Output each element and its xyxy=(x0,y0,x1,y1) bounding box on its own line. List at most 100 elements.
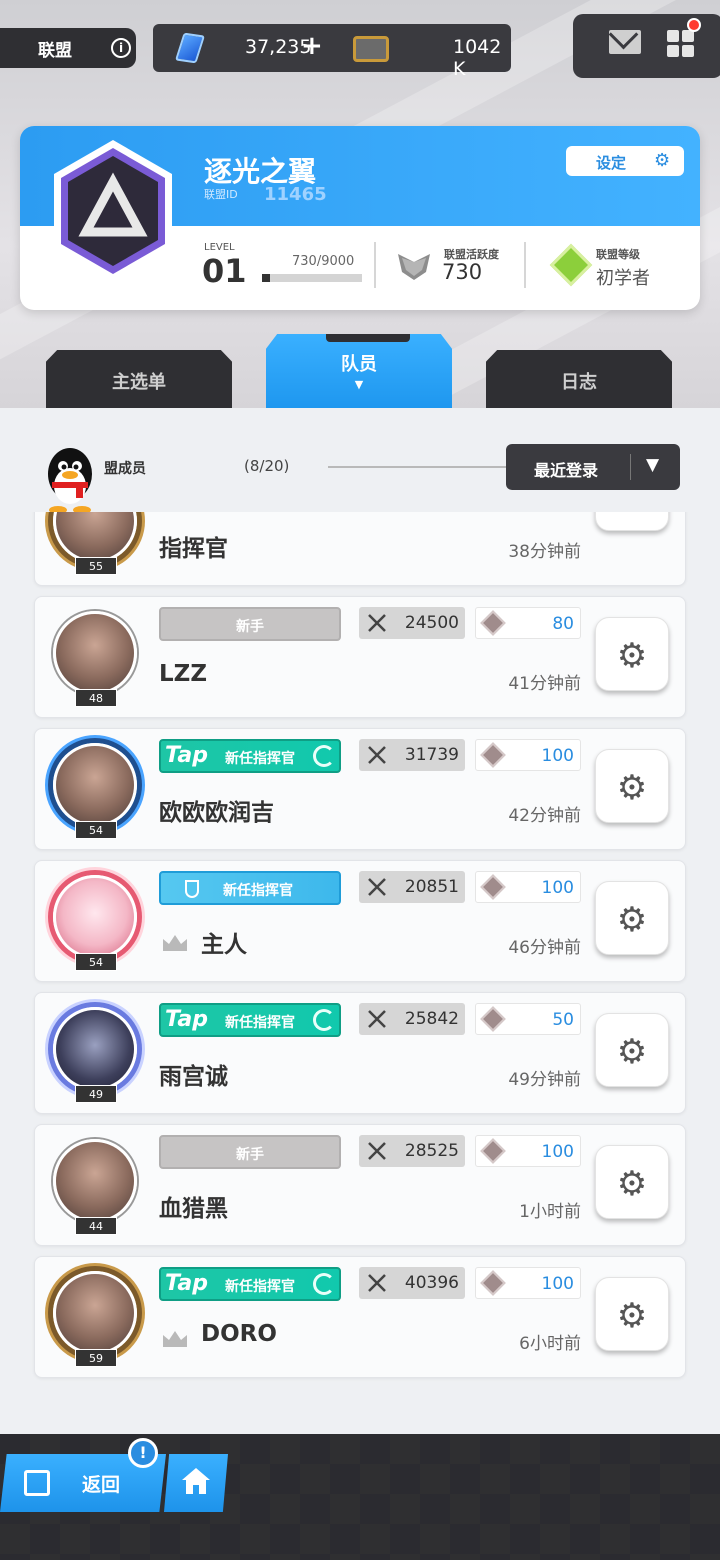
power-value: 31739 xyxy=(404,745,459,765)
diamond-icon xyxy=(480,874,506,900)
rank-icon xyxy=(549,243,593,287)
notification-badge: ! xyxy=(128,1438,158,1468)
gear-icon: ⚙ xyxy=(616,1164,648,1204)
alliance-emblem xyxy=(54,140,172,282)
crossed-swords-icon xyxy=(368,746,386,764)
avatar xyxy=(53,1007,137,1091)
notification-dot xyxy=(687,18,701,32)
diamond-icon xyxy=(480,1138,506,1164)
contribution-box: 100 xyxy=(475,739,581,771)
alliance-id-label: 联盟ID xyxy=(204,188,238,201)
tab-log[interactable]: 日志 xyxy=(486,350,672,408)
power-value: 28525 xyxy=(404,1141,459,1161)
list-item[interactable]: 54 Tap 新任指挥官 31739 100 欧欧欧润吉 42分钟前 ⚙ xyxy=(34,728,686,850)
power-value: 40396 xyxy=(404,1273,459,1293)
gear-icon: ⚙ xyxy=(616,1032,648,1072)
sort-dropdown[interactable]: 最近登录 ▼ xyxy=(506,444,680,490)
exp-progress-fill xyxy=(262,274,271,282)
tab-members[interactable]: 队员 ▼ xyxy=(266,334,452,408)
member-settings-button[interactable]: ⚙ xyxy=(595,617,669,691)
member-settings-button[interactable]: ⚙ xyxy=(595,749,669,823)
divider xyxy=(328,466,518,468)
title-tag: Tap 新任指挥官 xyxy=(159,1003,341,1037)
tickets-value: 1042 K xyxy=(453,36,502,80)
add-gems-button[interactable]: + xyxy=(301,32,323,60)
last-login: 42分钟前 xyxy=(508,806,581,826)
member-name: 雨宫诚 xyxy=(159,1064,228,1090)
level-badge: 48 xyxy=(75,689,117,707)
divider xyxy=(524,242,526,288)
member-settings-button[interactable]: ⚙ xyxy=(595,1277,669,1351)
exp-text: 730/9000 xyxy=(292,254,355,269)
ring-icon xyxy=(313,745,335,767)
level-badge: 54 xyxy=(75,953,117,971)
gear-icon: ⚙ xyxy=(616,636,648,676)
power-box: 31739 xyxy=(359,739,465,771)
member-settings-button[interactable]: ⚙ xyxy=(595,1013,669,1087)
medal-icon xyxy=(185,880,199,898)
alliance-card: 逐光之翼 联盟ID 11465 设定 ⚙ LEVEL 01 730/9000 联… xyxy=(20,126,700,310)
last-login: 1小时前 xyxy=(519,1202,581,1222)
power-box: 40396 xyxy=(359,1267,465,1299)
ring-icon xyxy=(313,1009,335,1031)
contribution-value: 50 xyxy=(552,1010,574,1030)
power-value: 24500 xyxy=(404,613,459,633)
member-name: DORO xyxy=(201,1321,277,1347)
member-settings-button[interactable]: ⚙ xyxy=(595,881,669,955)
home-button[interactable] xyxy=(164,1454,228,1512)
mail-icon[interactable] xyxy=(609,30,641,54)
diamond-icon xyxy=(480,742,506,768)
qq-penguin-icon[interactable] xyxy=(38,444,102,516)
contribution-value: 100 xyxy=(541,1142,574,1162)
alliance-settings-button[interactable]: 设定 ⚙ xyxy=(566,146,684,176)
caret-down-icon: ▼ xyxy=(354,378,364,391)
tap-logo: Tap xyxy=(165,743,208,768)
member-settings-button[interactable]: ⚙ xyxy=(595,512,669,531)
contribution-box: 100 xyxy=(475,1267,581,1299)
member-settings-button[interactable]: ⚙ xyxy=(595,1145,669,1219)
title-tag: 新手 xyxy=(159,1135,341,1169)
list-item[interactable]: 55 指挥官 38分钟前 ⚙ xyxy=(34,512,686,586)
alliance-pill: 联盟 i xyxy=(0,28,136,68)
contribution-box: 80 xyxy=(475,607,581,639)
title-tag: Tap 新任指挥官 xyxy=(159,739,341,773)
tap-logo: Tap xyxy=(165,1271,208,1296)
tab-label: 队员 xyxy=(341,354,377,375)
avatar xyxy=(53,743,137,827)
diamond-icon xyxy=(480,1270,506,1296)
crossed-swords-icon xyxy=(368,1010,386,1028)
chevron-down-icon: ▼ xyxy=(646,455,660,475)
last-login: 46分钟前 xyxy=(508,938,581,958)
list-item[interactable]: 49 Tap 新任指挥官 25842 50 雨宫诚 49分钟前 ⚙ xyxy=(34,992,686,1114)
info-icon[interactable]: i xyxy=(111,38,131,58)
divider xyxy=(374,242,376,288)
level-badge: 49 xyxy=(75,1085,117,1103)
list-item[interactable]: 54 新任指挥官 20851 100 主人 46分钟前 ⚙ xyxy=(34,860,686,982)
title-tag: 新手 xyxy=(159,607,341,641)
level-badge: 54 xyxy=(75,821,117,839)
member-name: 欧欧欧润吉 xyxy=(159,800,274,826)
exp-progress-bar xyxy=(262,274,362,282)
member-name: 血猎黑 xyxy=(159,1196,228,1222)
tab-notch xyxy=(326,334,410,342)
last-login: 49分钟前 xyxy=(508,1070,581,1090)
list-item[interactable]: 48 新手 24500 80 LZZ 41分钟前 ⚙ xyxy=(34,596,686,718)
menu-icon[interactable] xyxy=(667,30,695,58)
last-login: 6小时前 xyxy=(519,1334,581,1354)
tab-main-menu[interactable]: 主选单 xyxy=(46,350,232,408)
contribution-box: 100 xyxy=(475,1135,581,1167)
power-box: 24500 xyxy=(359,607,465,639)
members-list: 55 指挥官 38分钟前 ⚙ 48 新手 24500 80 LZZ 41分钟前 … xyxy=(0,512,720,1384)
avatar xyxy=(53,1271,137,1355)
contribution-value: 100 xyxy=(541,746,574,766)
list-item[interactable]: 59 Tap 新任指挥官 40396 100 DORO 6小时前 ⚙ xyxy=(34,1256,686,1378)
diamond-icon xyxy=(480,1006,506,1032)
top-bar: 联盟 i 37,235 + 1042 K xyxy=(0,14,720,80)
contribution-value: 100 xyxy=(541,1274,574,1294)
contribution-value: 100 xyxy=(541,878,574,898)
power-box: 25842 xyxy=(359,1003,465,1035)
members-count: (8/20) xyxy=(244,457,290,475)
alliance-label: 联盟 xyxy=(38,40,72,61)
settings-label: 设定 xyxy=(596,154,627,172)
list-item[interactable]: 44 新手 28525 100 血猎黑 1小时前 ⚙ xyxy=(34,1124,686,1246)
